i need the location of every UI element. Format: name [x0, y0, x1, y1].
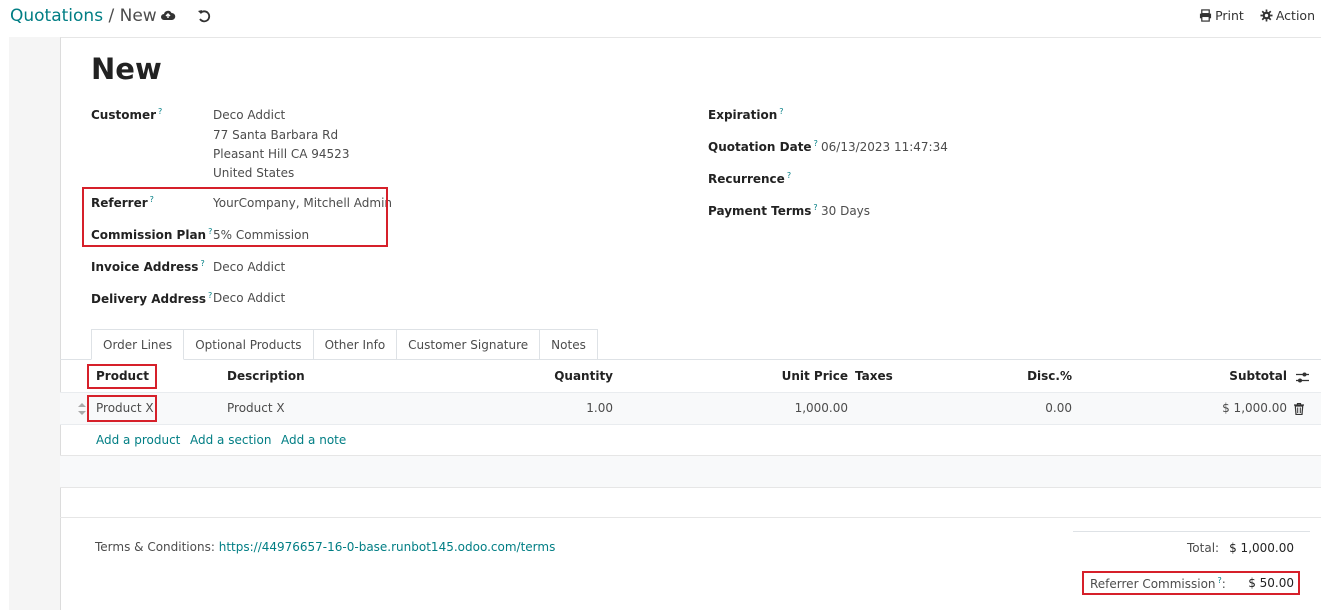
highlight-referrer-commission — [82, 187, 388, 247]
add-product-link[interactable]: Add a product — [96, 433, 180, 447]
tab-optional-products[interactable]: Optional Products — [184, 329, 314, 360]
help-tooltip-icon[interactable]: ? — [200, 259, 204, 268]
empty-row — [60, 456, 1321, 487]
record-title: New — [91, 52, 162, 86]
add-note-link[interactable]: Add a note — [281, 433, 346, 447]
terms-url-link[interactable]: https://44976657-16-0-base.runbot145.odo… — [219, 540, 556, 554]
customer-label: Customer? — [91, 107, 163, 122]
customer-country: United States — [213, 166, 295, 180]
drag-handle-icon[interactable] — [78, 403, 86, 415]
customer-name[interactable]: Deco Addict — [213, 108, 285, 122]
help-tooltip-icon[interactable]: ? — [208, 291, 212, 300]
delivery-address-label: Delivery Address? — [91, 291, 213, 306]
optional-columns-toggle-icon[interactable] — [1296, 371, 1309, 384]
discard-undo-icon[interactable] — [196, 8, 212, 24]
help-tooltip-icon[interactable]: ? — [158, 107, 162, 116]
tab-order-lines[interactable]: Order Lines — [91, 329, 185, 360]
breadcrumb-quotations-link[interactable]: Quotations — [10, 6, 103, 26]
add-section-link[interactable]: Add a section — [190, 433, 271, 447]
column-header-taxes[interactable]: Taxes — [855, 369, 893, 383]
total-label: Total: — [1187, 541, 1220, 555]
expiration-label: Expiration? — [708, 107, 784, 122]
expiration-field[interactable] — [821, 108, 1021, 124]
gear-icon — [1260, 9, 1273, 22]
cell-quantity[interactable]: 1.00 — [586, 401, 613, 415]
quotation-date-label: Quotation Date? — [708, 139, 818, 154]
totals-divider — [1073, 531, 1310, 532]
customer-city: Pleasant Hill CA 94523 — [213, 147, 350, 161]
print-icon — [1200, 9, 1212, 22]
help-tooltip-icon[interactable]: ? — [779, 107, 783, 116]
breadcrumb-separator: / — [108, 6, 115, 26]
print-label: Print — [1215, 8, 1244, 23]
action-label: Action — [1275, 8, 1315, 23]
terms-label: Terms & Conditions: — [95, 540, 215, 554]
tab-other-info[interactable]: Other Info — [313, 329, 398, 360]
breadcrumb-current: New — [119, 6, 157, 26]
save-cloud-icon[interactable] — [160, 8, 176, 24]
payment-terms-label: Payment Terms? — [708, 203, 818, 218]
total-value: $ 1,000.00 — [1229, 541, 1294, 555]
payment-terms-field[interactable]: 30 Days — [821, 204, 870, 218]
print-button[interactable]: Print — [1199, 8, 1244, 23]
form-sheet — [60, 37, 1321, 610]
column-header-subtotal[interactable]: Subtotal — [1229, 369, 1287, 383]
recurrence-label: Recurrence? — [708, 171, 792, 186]
help-tooltip-icon[interactable]: ? — [814, 139, 818, 148]
highlight-product-cell — [87, 395, 157, 422]
table-divider — [60, 487, 1321, 488]
control-panel: Quotations / New Print Action — [0, 0, 1321, 36]
notebook-tabs: Order Lines Optional Products Other Info… — [91, 329, 598, 360]
invoice-address-label: Invoice Address? — [91, 259, 205, 274]
column-header-discount[interactable]: Disc.% — [1027, 369, 1072, 383]
invoice-address-field[interactable]: Deco Addict — [213, 260, 285, 274]
help-tooltip-icon[interactable]: ? — [813, 203, 817, 212]
terms-conditions: Terms & Conditions: https://44976657-16-… — [95, 540, 555, 554]
tab-customer-signature[interactable]: Customer Signature — [397, 329, 541, 360]
tab-notes[interactable]: Notes — [540, 329, 598, 360]
column-header-unit-price[interactable]: Unit Price — [782, 369, 848, 383]
recurrence-field[interactable] — [821, 172, 1021, 188]
highlight-referrer-commission-total — [1082, 571, 1300, 595]
quotation-date-field[interactable]: 06/13/2023 11:47:34 — [821, 140, 948, 154]
cell-description[interactable]: Product X — [227, 401, 285, 415]
table-divider — [60, 517, 1321, 518]
action-button[interactable]: Action — [1260, 8, 1315, 23]
help-tooltip-icon[interactable]: ? — [787, 171, 791, 180]
highlight-product-header — [87, 364, 157, 389]
cell-unit-price[interactable]: 1,000.00 — [795, 401, 848, 415]
delivery-address-field[interactable]: Deco Addict — [213, 291, 285, 305]
cell-discount[interactable]: 0.00 — [1045, 401, 1072, 415]
customer-street: 77 Santa Barbara Rd — [213, 128, 339, 142]
cell-subtotal: $ 1,000.00 — [1222, 401, 1287, 415]
form-left-gutter — [9, 37, 60, 610]
column-header-quantity[interactable]: Quantity — [554, 369, 613, 383]
trash-icon[interactable] — [1294, 403, 1304, 415]
breadcrumb: Quotations / New — [10, 6, 157, 26]
column-header-description[interactable]: Description — [227, 369, 305, 383]
